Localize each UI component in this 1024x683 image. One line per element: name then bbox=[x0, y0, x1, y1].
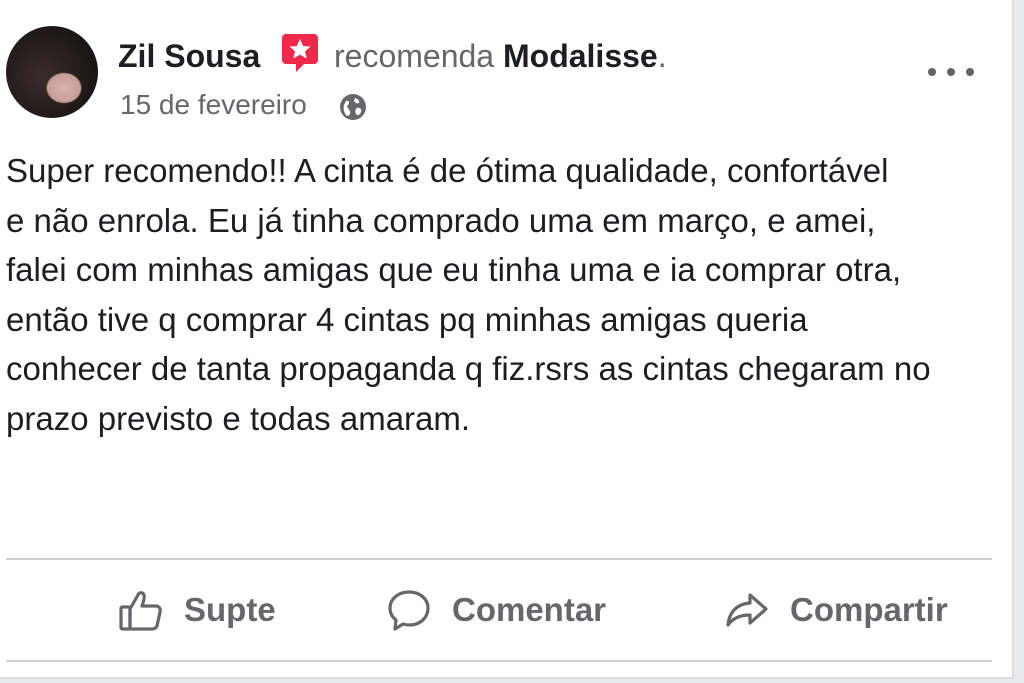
post-date[interactable]: 15 de fevereiro bbox=[120, 89, 307, 121]
thumbs-up-icon bbox=[119, 591, 162, 631]
divider bbox=[6, 558, 992, 560]
like-button[interactable]: Supte bbox=[118, 562, 276, 658]
comment-button[interactable]: Comentar bbox=[386, 562, 606, 658]
recommends-verb: recomenda bbox=[334, 38, 495, 74]
page-suffix: . bbox=[657, 38, 667, 74]
recommendation-line: recomenda Modalisse. bbox=[334, 38, 667, 75]
post-text: Super recomendo!! A cinta é de ótima qua… bbox=[6, 152, 931, 437]
globe-icon bbox=[340, 94, 366, 120]
share-arrow-icon bbox=[726, 593, 768, 627]
dot bbox=[947, 68, 955, 76]
dot bbox=[928, 68, 936, 76]
dot bbox=[966, 68, 974, 76]
action-bar: Supte Comentar Compartir bbox=[6, 562, 992, 658]
share-button[interactable]: Compartir bbox=[724, 562, 948, 658]
recommend-star-icon bbox=[282, 34, 318, 72]
like-label: Supte bbox=[184, 591, 276, 628]
page-name-link[interactable]: Modalisse bbox=[503, 38, 658, 74]
more-options-icon[interactable] bbox=[928, 60, 974, 84]
divider bbox=[6, 660, 992, 662]
comment-bubble-icon bbox=[388, 590, 430, 631]
post-card: Zil Sousa recomenda Modalisse. 15 de fev… bbox=[0, 0, 1014, 679]
avatar[interactable] bbox=[6, 26, 98, 118]
share-label: Compartir bbox=[790, 591, 948, 628]
comment-label: Comentar bbox=[452, 591, 607, 628]
author-name[interactable]: Zil Sousa bbox=[118, 38, 260, 75]
